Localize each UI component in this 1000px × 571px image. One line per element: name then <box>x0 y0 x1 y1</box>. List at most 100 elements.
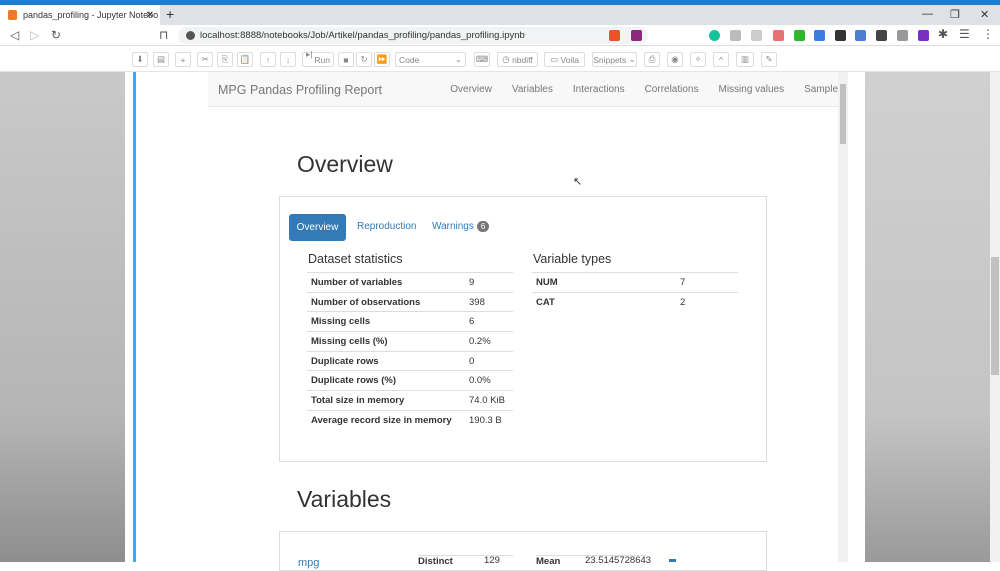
tab-warnings[interactable]: Warnings 6 <box>432 221 490 232</box>
minimize-button[interactable]: — <box>922 8 933 20</box>
stat-label: CAT <box>532 291 676 312</box>
tab-overview[interactable]: Overview <box>289 214 346 241</box>
extensions-puzzle-icon[interactable]: ✱ <box>938 27 948 41</box>
close-window-button[interactable]: ✕ <box>980 8 989 21</box>
voila-label: Voila <box>560 54 579 65</box>
stat-value: 0.0% <box>465 370 513 391</box>
stat-label: Duplicate rows <box>307 350 465 371</box>
stop-icon[interactable]: ■ <box>338 52 354 67</box>
stat-value: 190.3 B <box>465 409 513 430</box>
stat-value: 0 <box>465 350 513 371</box>
playlist-icon[interactable]: ☰ <box>959 27 970 41</box>
table-row: CAT 2 <box>532 291 738 312</box>
overview-heading: Overview <box>297 151 393 177</box>
menu-icon[interactable]: ⋮ <box>982 27 994 41</box>
extension-icon[interactable] <box>814 30 825 41</box>
tab-bar: pandas_profiling - Jupyter Notebo ✕ + — ❐… <box>0 5 1000 25</box>
tab-reproduction[interactable]: Reproduction <box>357 221 416 232</box>
chevron-up-icon[interactable]: ^ <box>713 52 729 67</box>
keyboard-icon[interactable]: ⌨ <box>474 52 490 67</box>
extension-icon[interactable] <box>794 30 805 41</box>
add-cell-icon[interactable]: + <box>175 52 191 67</box>
table-row: Duplicate rows 0 <box>307 350 513 371</box>
table-row: Missing cells 6 <box>307 311 513 332</box>
stat-value: 0.2% <box>465 331 513 352</box>
brave-shield-icon[interactable] <box>609 30 620 41</box>
stat-label: Duplicate rows (%) <box>307 370 465 391</box>
nav-missing-values[interactable]: Missing values <box>719 84 785 95</box>
extension-icon[interactable] <box>751 30 762 41</box>
extension-icon[interactable] <box>773 30 784 41</box>
reload-icon[interactable]: ↻ <box>51 28 61 42</box>
cell-type-select[interactable]: Code ⌄ <box>395 52 466 67</box>
restore-button[interactable]: ❐ <box>950 8 960 21</box>
stat-value: 74.0 KiB <box>465 390 513 411</box>
brave-rewards-icon[interactable] <box>631 30 642 41</box>
nav-sample[interactable]: Sample <box>804 84 838 95</box>
table-row: Average record size in memory 190.3 B <box>307 409 513 430</box>
nav-overview[interactable]: Overview <box>450 84 492 95</box>
jupyter-favicon-icon <box>8 10 17 20</box>
grammarly-icon[interactable] <box>709 30 720 41</box>
snippets-label: Snippets <box>593 54 627 65</box>
move-up-icon[interactable]: ↑ <box>260 52 276 67</box>
table-row: Missing cells (%) 0.2% <box>307 331 513 352</box>
copy-icon[interactable]: ⎘ <box>217 52 233 67</box>
extension-icon[interactable] <box>897 30 908 41</box>
nav-correlations[interactable]: Correlations <box>645 84 699 95</box>
mouse-cursor-icon: ↖ <box>573 176 583 188</box>
notebook-scrollbar[interactable] <box>838 72 848 562</box>
extension-icon[interactable] <box>730 30 741 41</box>
stat-label: Missing cells <box>307 311 465 332</box>
page-scrollbar-thumb[interactable] <box>991 257 999 375</box>
notebook-scrollbar-thumb[interactable] <box>840 84 846 144</box>
bookmark-icon[interactable]: ⊓ <box>159 28 168 42</box>
fast-forward-icon[interactable]: ⏩ <box>374 52 390 67</box>
address-bar-row: ◁ ▷ ↻ ⊓ localhost:8888/notebooks/Job/Art… <box>0 25 1000 46</box>
variable-name-link[interactable]: mpg <box>298 557 319 569</box>
table-row: Number of variables 9 <box>307 272 513 293</box>
extension-icon[interactable] <box>876 30 887 41</box>
onenote-icon[interactable] <box>918 30 929 41</box>
move-down-icon[interactable]: ↓ <box>280 52 296 67</box>
translate-icon[interactable] <box>855 30 866 41</box>
cut-icon[interactable]: ✂ <box>197 52 213 67</box>
extension-icon[interactable] <box>835 30 846 41</box>
back-icon[interactable]: ◁ <box>10 28 19 42</box>
mean-value: 23.5145728643 <box>585 555 651 566</box>
report-brand[interactable]: MPG Pandas Profiling Report <box>218 83 382 97</box>
desktop-background-left <box>0 72 125 562</box>
wrench-icon[interactable]: ✎ <box>761 52 777 67</box>
new-tab-button[interactable]: + <box>166 6 174 22</box>
crosshair-icon[interactable]: ✧ <box>690 52 706 67</box>
stat-label: NUM <box>532 272 676 293</box>
url-input[interactable]: localhost:8888/notebooks/Job/Artikel/pan… <box>178 27 648 44</box>
report-nav-links: Overview Variables Interactions Correlat… <box>450 84 838 95</box>
save-icon[interactable]: ⬇ <box>132 52 148 67</box>
nav-variables[interactable]: Variables <box>512 84 553 95</box>
print-icon[interactable]: ⎙ <box>644 52 660 67</box>
run-button[interactable]: ▸| Run <box>302 49 334 67</box>
eye-icon[interactable]: ◉ <box>667 52 683 67</box>
forward-icon[interactable]: ▷ <box>30 28 39 42</box>
chart-icon[interactable]: ▥ <box>736 52 754 67</box>
restart-icon[interactable]: ↻ <box>356 52 372 67</box>
checkpoint-icon[interactable]: ▤ <box>153 52 169 67</box>
dataset-statistics-table: Number of variables 9 Number of observatio… <box>307 272 513 430</box>
chevron-down-icon: ⌄ <box>454 54 462 64</box>
stat-value: 9 <box>465 272 513 293</box>
warnings-count-badge: 6 <box>476 221 490 232</box>
page-scrollbar[interactable] <box>990 72 1000 562</box>
close-tab-icon[interactable]: ✕ <box>146 10 154 21</box>
desktop-background-right <box>865 72 990 562</box>
stat-value: 2 <box>676 291 738 312</box>
paste-icon[interactable]: 📋 <box>237 52 253 67</box>
browser-tab[interactable]: pandas_profiling - Jupyter Notebo ✕ <box>0 5 160 25</box>
cell-type-value: Code <box>399 54 420 65</box>
voila-button[interactable]: ▭ Voila <box>544 52 585 67</box>
nav-interactions[interactable]: Interactions <box>573 84 625 95</box>
variables-panel <box>279 531 767 571</box>
snippets-select[interactable]: Snippets ⌄ <box>592 52 637 67</box>
nbdiff-label: nbdiff <box>512 54 533 65</box>
nbdiff-button[interactable]: ◷ nbdiff <box>497 52 538 67</box>
